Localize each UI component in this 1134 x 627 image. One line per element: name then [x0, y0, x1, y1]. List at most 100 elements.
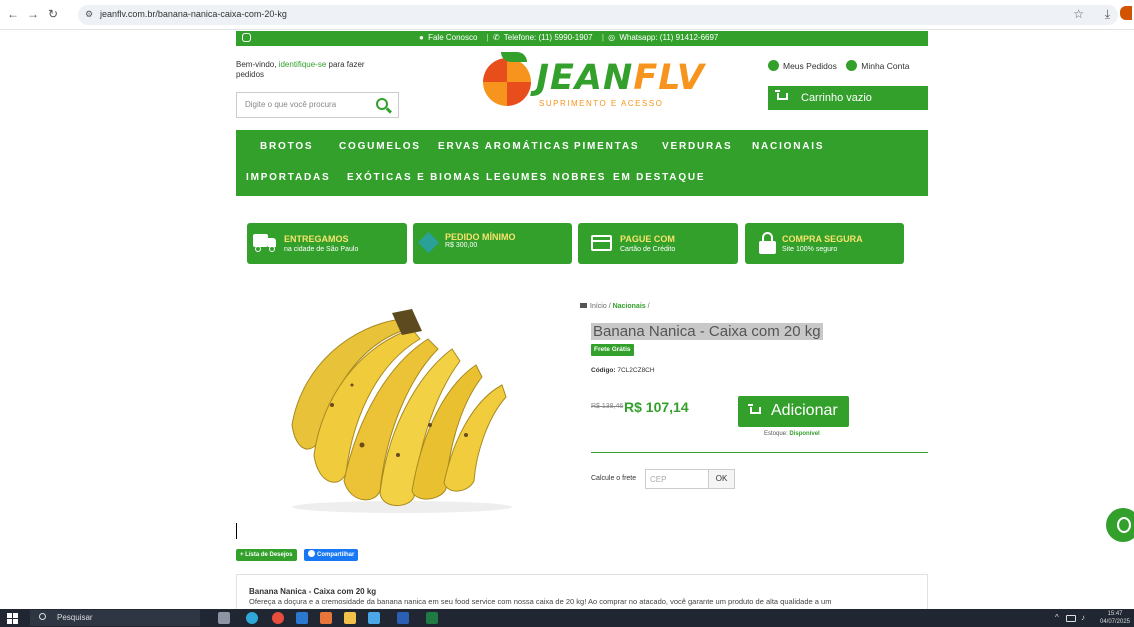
wishlist-button[interactable]: + Lista de Desejos [236, 549, 297, 561]
top-contact-bar: ● Fale Conosco | ✆ Telefone: (11) 5990-1… [236, 31, 928, 46]
profile-avatar-icon[interactable] [1120, 6, 1132, 20]
welcome-prefix: Bem-vindo, [236, 60, 277, 69]
reload-icon[interactable]: ↻ [46, 7, 60, 21]
phone-link[interactable]: Telefone: (11) 5990-1907 [504, 33, 593, 42]
share-label: Compartilhar [317, 552, 355, 558]
nav-item-nacionais[interactable]: NACIONAIS [752, 141, 824, 152]
cart-icon [775, 90, 788, 100]
badge-delivery: ENTREGAMOS na cidade de São Paulo [247, 223, 407, 264]
search-icon[interactable] [376, 98, 388, 110]
old-price: R$ 138,46 [591, 403, 624, 410]
logo-fruit-icon [483, 58, 531, 106]
tray-expand-icon[interactable]: ^ [1055, 613, 1059, 622]
back-icon[interactable]: ← [6, 7, 20, 21]
whatsapp-float-icon[interactable] [1106, 508, 1134, 542]
contact-link[interactable]: Fale Conosco [428, 33, 477, 42]
diamond-icon [417, 231, 440, 254]
stock-value: Disponível [789, 431, 820, 437]
stock-label: Estoque: [764, 431, 788, 437]
breadcrumb-category[interactable]: Nacionais [613, 303, 646, 310]
search-icon [39, 613, 46, 620]
add-to-cart-label: Adicionar [771, 402, 838, 419]
nav-item-verduras[interactable]: VERDURAS [662, 141, 733, 152]
logo-word-jean: JEAN [536, 58, 634, 98]
windows-start-icon[interactable] [7, 613, 18, 624]
breadcrumb-sep: / [608, 303, 611, 310]
product-image[interactable] [262, 305, 537, 515]
chat-icon: ● [419, 33, 424, 42]
badge-subtitle: R$ 300,00 [445, 242, 478, 249]
url-text[interactable]: jeanflv.com.br/banana-nanica-caixa-com-2… [100, 9, 287, 19]
badge-title: COMPRA SEGURA [782, 234, 863, 244]
category-nav: BROTOS COGUMELOS ERVAS AROMÁTICAS PIMENT… [236, 130, 928, 196]
site-settings-icon[interactable]: ⚙ [85, 9, 93, 20]
share-button[interactable]: Compartilhar [304, 549, 359, 561]
task-view-icon[interactable] [218, 612, 230, 624]
product-code: Código: 7CL2CZ8CH [591, 367, 655, 374]
volume-icon[interactable]: ♪ [1081, 613, 1085, 622]
clock[interactable]: 15:47 04/07/2025 [1098, 610, 1132, 626]
credit-card-icon [591, 235, 612, 251]
nav-item-exoticas-e-biomas[interactable]: EXÓTICAS E BIOMAS [347, 172, 481, 183]
nav-item-legumes-nobres[interactable]: LEGUMES NOBRES [486, 172, 606, 183]
file-explorer-icon[interactable] [344, 612, 356, 624]
app-icon[interactable] [320, 612, 332, 624]
cart-button[interactable]: Carrinho vazio [768, 86, 928, 110]
nav-item-em-destaque[interactable]: EM DESTAQUE [613, 172, 705, 183]
free-shipping-badge: Frete Grátis [591, 344, 634, 356]
text-cursor [236, 523, 237, 539]
copilot-icon[interactable] [246, 612, 258, 624]
nav-item-cogumelos[interactable]: COGUMELOS [339, 141, 421, 152]
outlook-icon[interactable] [296, 612, 308, 624]
nav-item-ervas-aromaticas[interactable]: ERVAS AROMÁTICAS [438, 141, 571, 152]
welcome-message: Bem-vindo, identifique-se para fazer ped… [236, 60, 386, 80]
logo-wordmark: JEANFLV [536, 58, 705, 98]
search-input[interactable] [245, 100, 365, 109]
word-icon[interactable] [397, 612, 409, 624]
badge-payment: PAGUE COM Cartão de Crédito [578, 223, 738, 264]
calculate-freight-button[interactable]: OK [708, 469, 735, 489]
address-bar[interactable]: ⚙ jeanflv.com.br/banana-nanica-caixa-com… [78, 5, 1118, 25]
add-to-cart-button[interactable]: Adicionar [738, 396, 849, 427]
nav-item-brotos[interactable]: BROTOS [260, 141, 313, 152]
instagram-icon[interactable] [242, 33, 251, 42]
teams-icon[interactable] [368, 612, 380, 624]
clock-time: 15:47 [1107, 611, 1123, 617]
my-orders-link[interactable]: Meus Pedidos [783, 61, 837, 71]
product-code-label: Código: [591, 367, 616, 374]
whatsapp-link[interactable]: Whatsapp: (11) 91412-6697 [619, 33, 718, 42]
logo-leaf-icon [501, 52, 527, 62]
chrome-icon[interactable] [272, 612, 284, 624]
forward-icon[interactable]: → [26, 7, 40, 21]
nav-item-pimentas[interactable]: PIMENTAS [574, 141, 639, 152]
breadcrumb-sep: / [647, 303, 650, 310]
excel-icon[interactable] [426, 612, 438, 624]
network-icon[interactable] [1066, 615, 1076, 622]
divider [591, 452, 928, 453]
download-icon[interactable]: ⤓ [1105, 7, 1110, 22]
badge-title: PAGUE COM [620, 234, 675, 244]
stock-status: Estoque: Disponível [764, 431, 820, 437]
separator: | [486, 33, 489, 42]
badge-subtitle: Cartão de Crédito [620, 246, 676, 253]
folder-icon [580, 303, 587, 308]
login-link[interactable]: identifique-se [279, 60, 327, 69]
description-text: Ofereça a doçura e a cremosidade da bana… [249, 597, 832, 606]
breadcrumb-home[interactable]: Início [590, 303, 607, 310]
search-box [236, 92, 399, 118]
contact-links: ● Fale Conosco | ✆ Telefone: (11) 5990-1… [419, 33, 720, 42]
current-price: R$ 107,14 [624, 399, 689, 415]
clock-date: 04/07/2025 [1099, 619, 1131, 625]
facebook-icon [308, 550, 315, 557]
bookmark-star-icon[interactable]: ☆ [1073, 7, 1084, 21]
taskbar-search[interactable]: Pesquisar [30, 610, 200, 626]
browser-toolbar: ← → ↻ ⚙ jeanflv.com.br/banana-nanica-cai… [0, 0, 1134, 30]
badge-title: ENTREGAMOS [284, 234, 349, 244]
badge-subtitle: Site 100% seguro [782, 246, 838, 253]
site-logo[interactable]: JEANFLV SUPRIMENTO E ACESSO [483, 52, 708, 110]
my-account-link[interactable]: Minha Conta [861, 61, 909, 71]
badge-minimum-order: PEDIDO MÍNIMO R$ 300,00 [413, 223, 572, 264]
nav-item-importadas[interactable]: IMPORTADAS [246, 172, 330, 183]
cep-input[interactable] [645, 469, 709, 489]
phone-icon: ✆ [492, 33, 500, 42]
